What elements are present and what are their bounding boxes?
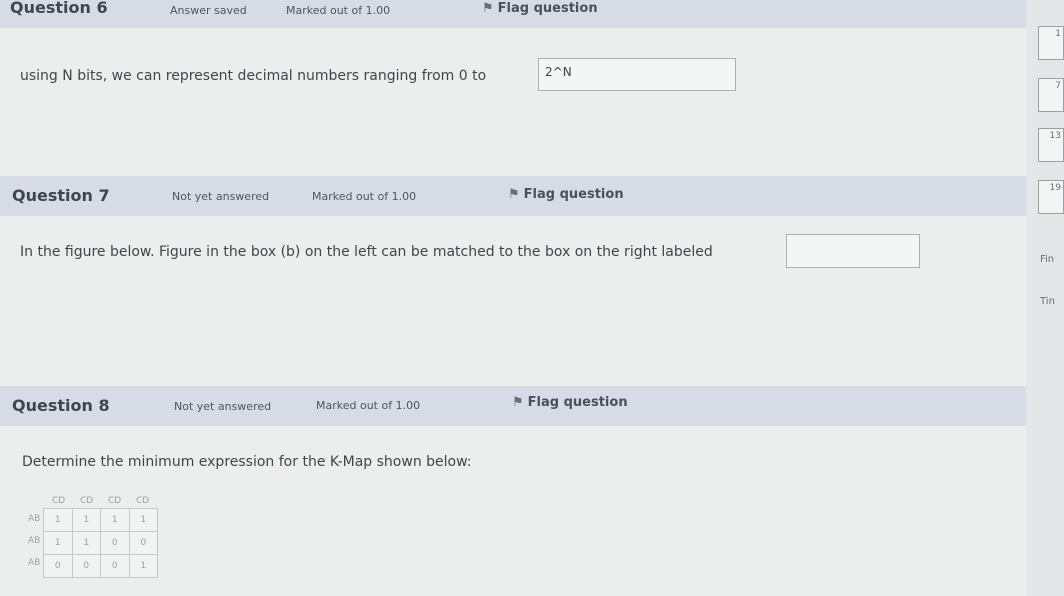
answer-value: 2^N <box>545 65 572 79</box>
kmap-row: 0 0 0 1 <box>43 554 158 578</box>
kmap-cell: 0 <box>100 554 130 578</box>
kmap-col-header: CD <box>80 496 94 506</box>
k-map: CD CD CD CD AB AB AB 1 1 1 1 1 1 0 0 0 0… <box>28 494 158 596</box>
nav-question-number: 7 <box>1055 81 1061 91</box>
question-8-header: Question 8 Not yet answered Marked out o… <box>0 386 1026 426</box>
kmap-cell: 0 <box>100 531 130 555</box>
flag-question-link[interactable]: ⚑ Flag question <box>508 187 624 202</box>
answer-input-q6[interactable]: 2^N <box>538 58 736 91</box>
question-6-header: Question 6 Answer saved Marked out of 1.… <box>0 0 1026 28</box>
flag-label: Flag question <box>497 1 598 16</box>
question-marks: Marked out of 1.00 <box>312 190 417 203</box>
kmap-row-header: AB <box>28 514 41 524</box>
kmap-grid: 1 1 1 1 1 1 0 0 0 0 0 1 <box>43 508 158 578</box>
nav-question-number: 1 <box>1055 29 1061 39</box>
kmap-cell: 1 <box>128 554 158 578</box>
kmap-col-header: CD <box>108 496 122 506</box>
flag-icon: ⚑ <box>512 395 524 410</box>
question-status: Not yet answered <box>172 190 270 203</box>
flag-label: Flag question <box>523 187 624 202</box>
nav-question-box[interactable]: 7 <box>1038 78 1064 112</box>
kmap-cell: 0 <box>71 554 101 578</box>
time-left-label: Tin <box>1040 296 1055 307</box>
nav-question-box[interactable]: 13 <box>1038 128 1064 162</box>
nav-question-box[interactable]: 19 <box>1038 180 1064 214</box>
nav-question-number: 13 <box>1049 131 1061 141</box>
flag-label: Flag question <box>527 395 628 410</box>
question-marks: Marked out of 1.00 <box>316 399 421 412</box>
kmap-cell: 1 <box>43 508 73 532</box>
question-status: Not yet answered <box>174 400 272 413</box>
question-number: Question 6 <box>10 0 108 17</box>
flag-question-link[interactable]: ⚑ Flag question <box>512 395 628 410</box>
question-6-text: using N bits, we can represent decimal n… <box>20 68 487 84</box>
nav-question-box[interactable]: 1 <box>1038 26 1064 60</box>
nav-question-number: 19 <box>1049 183 1061 193</box>
question-status: Answer saved <box>170 4 247 17</box>
question-8-text: Determine the minimum expression for the… <box>22 454 472 470</box>
kmap-cell: 1 <box>71 508 101 532</box>
kmap-row-header: AB <box>28 558 41 568</box>
question-number: Question 8 <box>12 396 110 415</box>
question-7-header: Question 7 Not yet answered Marked out o… <box>0 176 1026 216</box>
kmap-col-header: CD <box>52 496 66 506</box>
kmap-row: 1 1 0 0 <box>43 531 158 555</box>
kmap-row-header: AB <box>28 536 41 546</box>
kmap-col-header: CD <box>136 496 150 506</box>
answer-input-q7[interactable] <box>786 234 920 268</box>
finish-attempt-link[interactable]: Fin <box>1040 254 1054 265</box>
kmap-cell: 1 <box>43 531 73 555</box>
kmap-cell: 0 <box>128 531 158 555</box>
kmap-row: 1 1 1 1 <box>43 508 158 532</box>
flag-question-link[interactable]: ⚑ Flag question <box>482 1 598 16</box>
flag-icon: ⚑ <box>508 187 520 202</box>
kmap-cell: 1 <box>71 531 101 555</box>
kmap-cell: 1 <box>128 508 158 532</box>
question-7-text: In the figure below. Figure in the box (… <box>20 244 713 260</box>
kmap-cell: 1 <box>100 508 130 532</box>
kmap-cell: 0 <box>43 554 73 578</box>
flag-icon: ⚑ <box>482 1 494 16</box>
question-number: Question 7 <box>12 186 110 205</box>
question-marks: Marked out of 1.00 <box>286 4 391 17</box>
